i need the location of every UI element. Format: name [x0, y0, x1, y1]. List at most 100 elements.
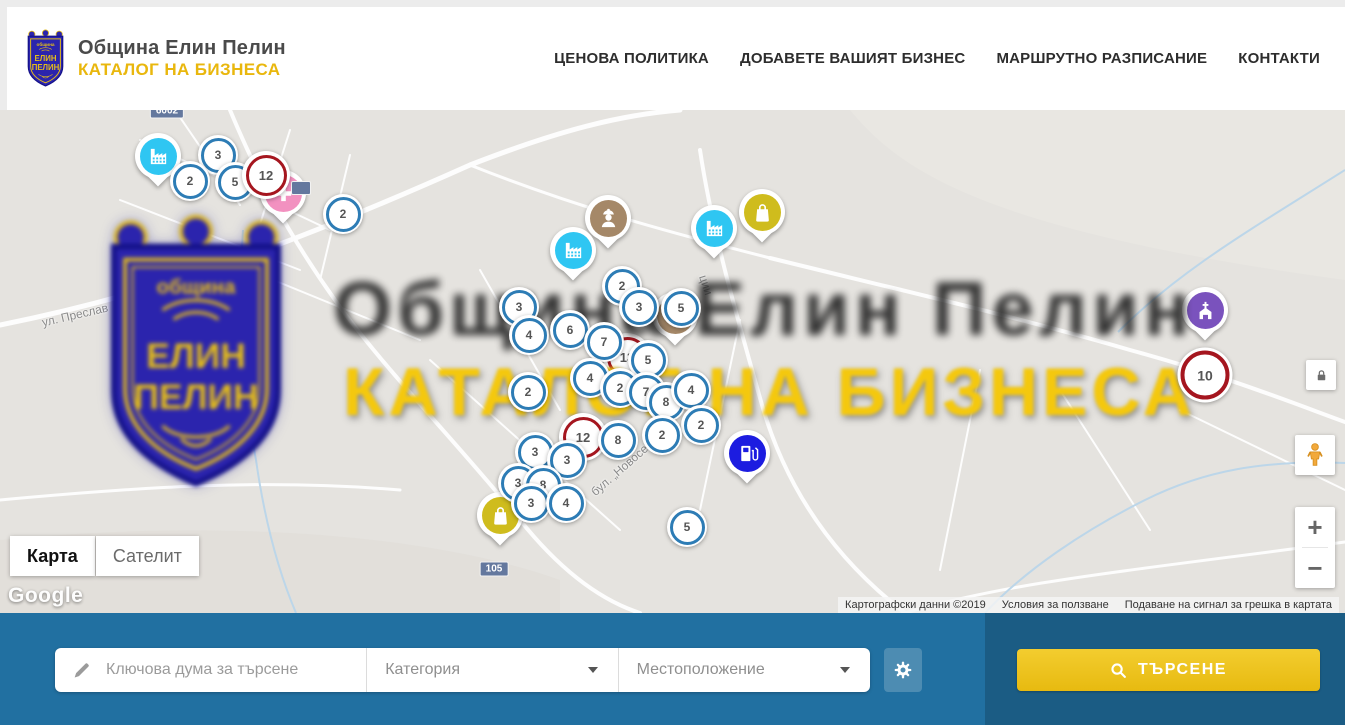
gear-icon	[893, 660, 913, 680]
cluster-count: 5	[232, 175, 239, 189]
cluster-marker[interactable]: 2	[681, 405, 721, 445]
cluster-count: 3	[215, 148, 222, 162]
report-error-link[interactable]: Подаване на сигнал за грешка в картата	[1125, 599, 1332, 611]
cluster-marker[interactable]: 8	[598, 420, 638, 460]
cluster-ring: 4	[674, 373, 709, 408]
cluster-marker[interactable]: 2	[642, 415, 682, 455]
cluster-ring: 2	[173, 164, 208, 199]
category-select[interactable]: Категория	[367, 648, 617, 692]
map-clusters-layer: 3251222353467542784221282333834510	[0, 110, 1345, 613]
location-select[interactable]: Местоположение	[619, 648, 870, 692]
street-view-pegman-button[interactable]	[1295, 435, 1335, 475]
site-title: Община Елин Пелин	[78, 37, 286, 60]
zoom-out-button[interactable]: −	[1295, 548, 1335, 588]
attribution-copyright: Картографски данни ©2019	[845, 599, 986, 611]
cluster-marker[interactable]: 7	[584, 322, 624, 362]
terms-link[interactable]: Условия за ползване	[1002, 599, 1109, 611]
cluster-count: 2	[698, 418, 705, 432]
pegman-icon	[1302, 442, 1328, 468]
google-map[interactable]: ул. Преславбул. „Новоселции600210513 общ…	[0, 110, 1345, 613]
cluster-ring: 5	[670, 510, 705, 545]
cluster-count: 4	[688, 383, 695, 397]
nav-item-contacts[interactable]: КОНТАКТИ	[1238, 50, 1320, 67]
nav-item-pricing[interactable]: ЦЕНОВА ПОЛИТИКА	[554, 50, 709, 67]
cluster-count: 5	[678, 301, 685, 315]
cluster-ring: 8	[601, 423, 636, 458]
location-select-value: Местоположение	[637, 661, 765, 679]
lock-icon	[1314, 368, 1329, 383]
pencil-icon	[72, 660, 92, 680]
cluster-count: 3	[528, 496, 535, 510]
nav-item-add-business[interactable]: ДОБАВЕТЕ ВАШИЯТ БИЗНЕС	[740, 50, 965, 67]
cluster-marker[interactable]: 3	[511, 483, 551, 523]
cluster-count: 7	[601, 335, 608, 349]
site-logo[interactable]: община ЕЛИН ПЕЛИН Община Елин Пелин КАТА…	[22, 29, 286, 88]
cluster-count: 3	[532, 445, 539, 459]
cluster-marker[interactable]: 2	[508, 372, 548, 412]
svg-text:ЕЛИН: ЕЛИН	[35, 54, 57, 63]
cluster-ring: 6	[553, 313, 588, 348]
cluster-count: 2	[525, 385, 532, 399]
cluster-ring: 3	[514, 486, 549, 521]
cluster-ring: 2	[645, 418, 680, 453]
cluster-marker[interactable]: 12	[242, 151, 290, 199]
map-type-satellite-button[interactable]: Сателит	[96, 536, 199, 576]
cluster-ring: 7	[587, 325, 622, 360]
search-bar-section: Категория Местоположение ТЪРСЕНЕ	[0, 613, 1345, 725]
cluster-ring: 4	[549, 486, 584, 521]
cluster-marker[interactable]: 2	[170, 161, 210, 201]
cluster-marker[interactable]: 3	[619, 287, 659, 327]
chevron-down-icon	[588, 667, 598, 673]
cluster-count: 8	[615, 433, 622, 447]
cluster-count: 3	[636, 300, 643, 314]
svg-text:ПЕЛИН: ПЕЛИН	[32, 63, 60, 72]
cluster-marker[interactable]: 5	[667, 507, 707, 547]
cluster-ring: 10	[1181, 351, 1230, 400]
cluster-ring: 2	[511, 375, 546, 410]
cluster-marker[interactable]: 5	[661, 288, 701, 328]
cluster-marker[interactable]: 4	[671, 370, 711, 410]
cluster-count: 5	[684, 520, 691, 534]
cluster-marker[interactable]: 4	[546, 483, 586, 523]
cluster-count: 2	[617, 381, 624, 395]
logo-text: Община Елин Пелин КАТАЛОГ НА БИЗНЕСА	[78, 37, 286, 80]
cluster-marker[interactable]: 4	[509, 315, 549, 355]
chevron-down-icon	[840, 667, 850, 673]
cluster-count: 4	[563, 496, 570, 510]
cluster-count: 4	[587, 371, 594, 385]
cluster-marker[interactable]: 10	[1178, 348, 1233, 403]
cluster-count: 4	[526, 328, 533, 342]
advanced-search-button[interactable]	[884, 648, 922, 692]
keyword-search-input[interactable]	[104, 660, 366, 680]
main-nav: ЦЕНОВА ПОЛИТИКА ДОБАВЕТЕ ВАШИЯТ БИЗНЕС М…	[554, 50, 1320, 67]
municipality-crest-icon: община ЕЛИН ПЕЛИН	[22, 29, 69, 88]
search-submit-button[interactable]: ТЪРСЕНЕ	[1017, 649, 1320, 691]
cluster-count: 2	[619, 279, 626, 293]
map-attribution: Картографски данни ©2019 Условия за полз…	[838, 597, 1339, 613]
cluster-count: 2	[187, 174, 194, 188]
header: община ЕЛИН ПЕЛИН Община Елин Пелин КАТА…	[7, 7, 1345, 111]
cluster-count: 5	[645, 353, 652, 367]
cluster-ring: 5	[664, 291, 699, 326]
cluster-ring: 3	[622, 290, 657, 325]
zoom-in-button[interactable]: +	[1295, 507, 1335, 547]
nav-item-bus-schedule[interactable]: МАРШРУТНО РАЗПИСАНИЕ	[996, 50, 1207, 67]
zoom-control: + −	[1295, 507, 1335, 588]
map-type-control: Карта Сателит	[10, 536, 199, 576]
cluster-count: 10	[1197, 367, 1213, 383]
svg-text:община: община	[36, 41, 54, 47]
cluster-count: 3	[564, 453, 571, 467]
search-icon	[1110, 662, 1127, 679]
google-logo[interactable]: Google	[8, 584, 83, 608]
cluster-count: 3	[516, 300, 523, 314]
search-button-label: ТЪРСЕНЕ	[1138, 661, 1227, 679]
map-type-map-button[interactable]: Карта	[10, 536, 95, 576]
cluster-marker[interactable]: 2	[323, 194, 363, 234]
category-select-value: Категория	[385, 661, 460, 679]
cluster-ring: 12	[246, 155, 287, 196]
keyword-field[interactable]	[55, 648, 366, 692]
cluster-count: 2	[340, 207, 347, 221]
cluster-count: 12	[259, 168, 273, 183]
lock-button[interactable]	[1306, 360, 1336, 390]
site-subtitle: КАТАЛОГ НА БИЗНЕСА	[78, 60, 286, 80]
